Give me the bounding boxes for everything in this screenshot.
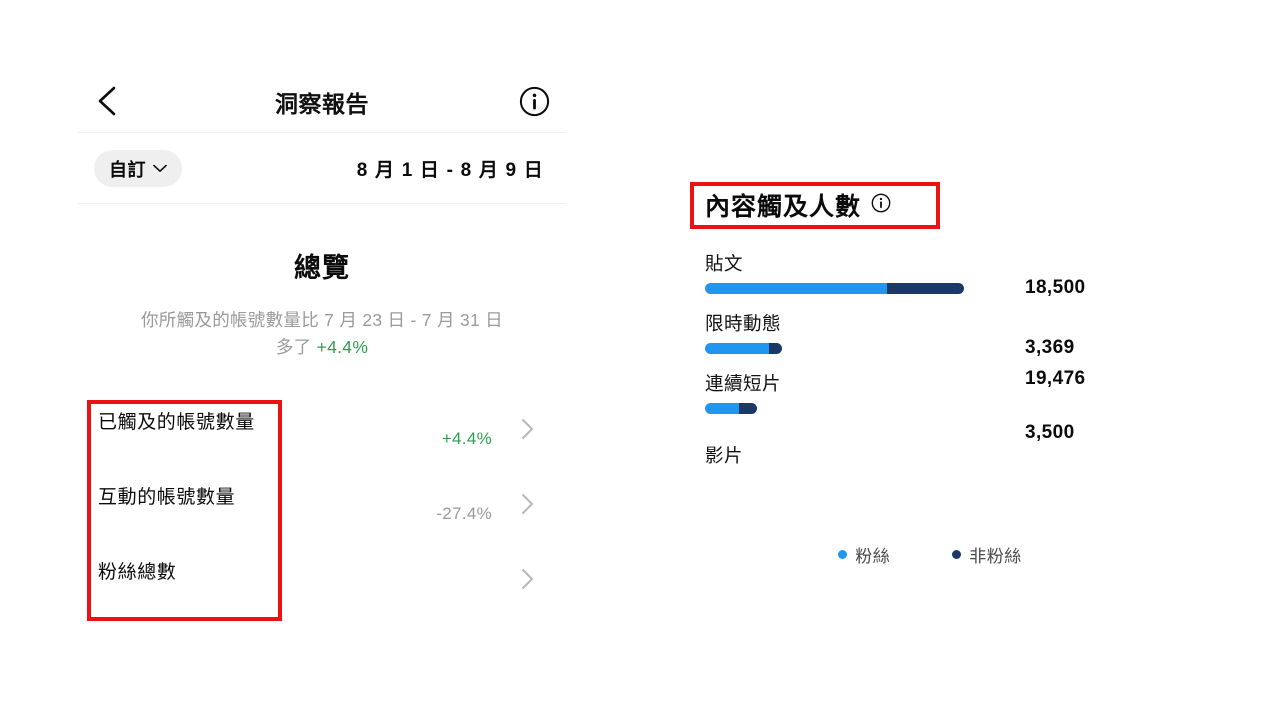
chart-legend: 粉絲 非粉絲 (740, 542, 1120, 567)
bar-segment-followers (705, 343, 769, 354)
overview-heading: 總覽 (294, 253, 350, 283)
bar-segment-followers (705, 403, 739, 414)
metric-label: 粉絲總數 (98, 562, 177, 584)
bar-segment-nonfollowers (739, 403, 757, 414)
metric-row-accounts-reached[interactable]: 已觸及的帳號數量 +4.4% (78, 389, 566, 464)
bar-item-videos: 影片 3,500 (700, 422, 1120, 490)
bar-item-posts: 貼文 18,500 (700, 250, 1120, 310)
content-reach-panel: 內容觸及人數 貼文 18,500 限時動態 3,369 連續短片 19,476 … (700, 182, 1120, 567)
bar-item-stories: 限時動態 3,369 (700, 310, 1120, 370)
legend-dot-icon (952, 550, 962, 559)
metric-delta: -27.4% (436, 504, 492, 524)
bar-value: 3,369 (1025, 337, 1075, 358)
custom-range-label: 自訂 (109, 159, 146, 180)
chevron-down-icon (153, 160, 167, 178)
legend-dot-icon (838, 550, 848, 559)
bar-track (705, 343, 782, 354)
info-circle-icon[interactable] (519, 86, 550, 122)
legend-label: 粉絲 (855, 547, 891, 566)
metric-label: 互動的帳號數量 (98, 487, 236, 509)
chevron-right-icon[interactable] (520, 492, 536, 516)
bar-segment-nonfollowers (887, 283, 964, 294)
metrics-list: 已觸及的帳號數量 +4.4% 互動的帳號數量 -27.4% 粉絲總數 (78, 389, 566, 614)
bar-label: 貼文 (705, 253, 744, 274)
bar-label: 連續短片 (705, 373, 782, 394)
bar-track (705, 283, 964, 294)
custom-range-button[interactable]: 自訂 (94, 150, 182, 187)
metric-label: 已觸及的帳號數量 (98, 412, 255, 434)
bar-value: 18,500 (1025, 277, 1086, 298)
legend-item-nonfollowers: 非粉絲 (952, 542, 1022, 567)
bar-segment-nonfollowers (769, 343, 782, 354)
bar-value: 19,476 (1025, 368, 1086, 389)
bar-segment-followers (705, 283, 887, 294)
bar-item-reels: 連續短片 19,476 (700, 368, 1120, 430)
overview-subtitle-delta: +4.4% (316, 337, 369, 358)
metric-delta: +4.4% (441, 429, 492, 449)
page-title: 洞察報告 (275, 91, 369, 117)
content-reach-header: 內容觸及人數 (700, 182, 1120, 228)
date-range-bar: 自訂 8 月 1 日 - 8 月 9 日 (78, 133, 566, 203)
metric-row-accounts-engaged[interactable]: 互動的帳號數量 -27.4% (78, 464, 566, 539)
reach-bar-chart: 貼文 18,500 限時動態 3,369 連續短片 19,476 影片 3,50… (700, 250, 1120, 490)
divider-mid (78, 203, 566, 204)
bar-track (705, 403, 757, 414)
insights-left-panel: 洞察報告 自訂 8 月 1 日 - 8 月 9 日 總覽 你所觸及的帳號數量比 … (78, 70, 566, 614)
legend-label: 非粉絲 (969, 547, 1022, 566)
bar-label: 限時動態 (705, 313, 782, 334)
bar-label: 影片 (705, 445, 744, 466)
navigation-bar: 洞察報告 (78, 70, 566, 132)
insights-screen: 洞察報告 自訂 8 月 1 日 - 8 月 9 日 總覽 你所觸及的帳號數量比 … (0, 0, 1280, 720)
legend-item-followers: 粉絲 (838, 542, 890, 567)
metric-row-total-followers[interactable]: 粉絲總數 (78, 539, 566, 614)
content-reach-title: 內容觸及人數 (705, 193, 862, 221)
chevron-right-icon[interactable] (520, 567, 536, 591)
info-circle-icon[interactable] (871, 193, 891, 218)
bar-value: 3,500 (1025, 422, 1075, 443)
chevron-right-icon[interactable] (520, 417, 536, 441)
date-range-text: 8 月 1 日 - 8 月 9 日 (356, 160, 544, 181)
overview-subtitle: 你所觸及的帳號數量比 7 月 23 日 - 7 月 31 日 多了 +4.4% (132, 307, 512, 361)
